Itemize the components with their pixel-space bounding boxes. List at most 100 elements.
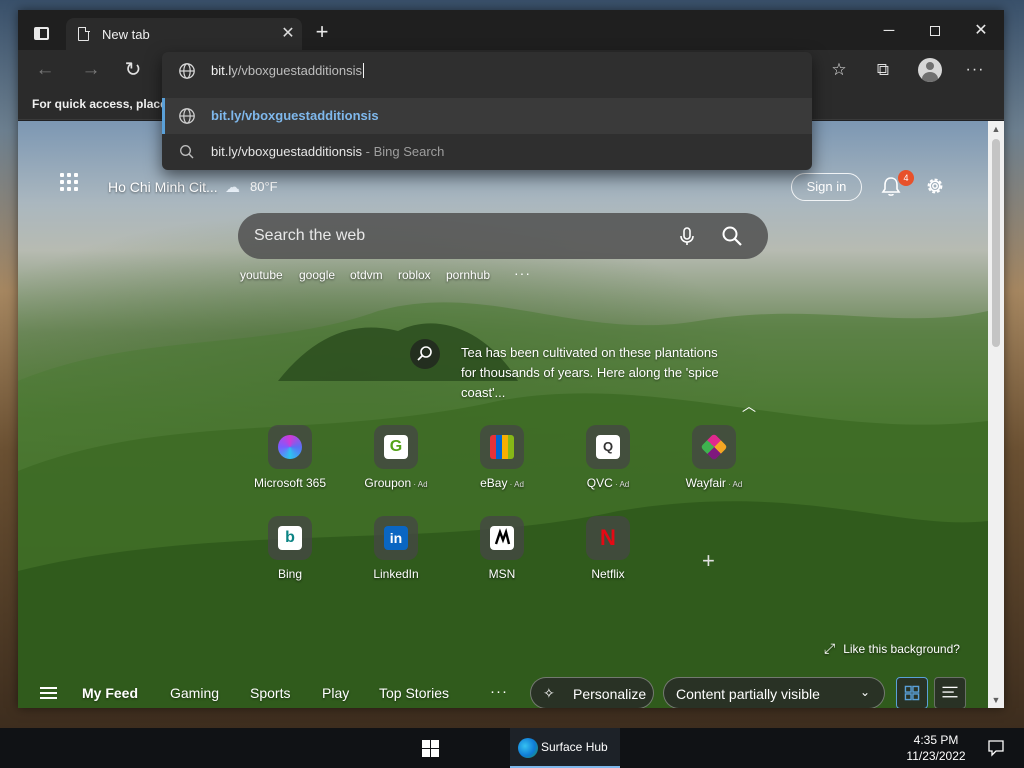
back-button[interactable]: ← — [32, 58, 58, 82]
tab-new-tab[interactable]: New tab ✕ — [66, 18, 302, 50]
groupon-logo-icon: G — [384, 435, 408, 459]
weather-temperature[interactable]: 80°F — [250, 179, 278, 194]
like-background-label: Like this background? — [843, 642, 960, 656]
search-icon — [180, 145, 194, 159]
list-icon — [942, 686, 958, 698]
page-icon — [78, 26, 90, 41]
collections-button[interactable]: ⧉ — [870, 58, 896, 82]
background-info-text[interactable]: Tea has been cultivated on these plantat… — [461, 343, 731, 403]
clock-date: 11/23/2022 — [906, 749, 966, 763]
maximize-button[interactable] — [912, 20, 958, 42]
quick-link-pornhub[interactable]: pornhub — [446, 268, 490, 282]
suggestion-url[interactable]: bit.ly/vboxguestadditionsis — [162, 98, 812, 134]
expand-icon: ⤢ — [824, 640, 836, 656]
tile-microsoft-365[interactable]: Microsoft 365 — [246, 425, 334, 490]
tab-play[interactable]: Play — [322, 685, 349, 701]
weather-location[interactable]: Ho Chi Minh Cit... — [108, 179, 218, 195]
feed-more-button[interactable]: ··· — [490, 683, 508, 700]
scrollbar-thumb[interactable] — [992, 139, 1000, 347]
add-site-button[interactable]: + — [702, 548, 715, 574]
cloud-icon: ☁ — [225, 179, 240, 196]
scroll-up-arrow-icon[interactable]: ▲ — [988, 121, 1004, 137]
forward-button[interactable]: → — [78, 58, 104, 82]
tile-label: Groupon — [364, 476, 412, 490]
favorites-button[interactable]: ☆ — [826, 58, 852, 82]
tab-title: New tab — [102, 27, 150, 42]
maximize-icon — [930, 26, 940, 37]
visual-search-icon — [417, 346, 432, 361]
grid-icon — [904, 685, 920, 701]
netflix-logo-icon: N — [600, 525, 616, 550]
microphone-icon[interactable] — [676, 225, 698, 247]
content-visibility-dropdown[interactable]: Content partially visible ⌄ — [663, 677, 885, 708]
windows-start-button[interactable] — [422, 740, 439, 757]
avatar — [918, 58, 942, 82]
quick-link-google[interactable]: google — [299, 268, 335, 282]
qvc-logo-icon: Q — [596, 435, 620, 459]
scroll-down-arrow-icon[interactable]: ▼ — [988, 692, 1004, 708]
address-bar[interactable]: bit.ly/vboxguestadditionsis — [162, 52, 812, 90]
tab-top-stories[interactable]: Top Stories — [379, 685, 449, 701]
taskbar-clock[interactable]: 4:35 PM 11/23/2022 — [900, 732, 972, 764]
profile-button[interactable] — [916, 56, 944, 84]
tile-linkedin[interactable]: in LinkedIn — [352, 516, 440, 581]
tab-sports[interactable]: Sports — [250, 685, 290, 701]
browser-window: New tab ✕ + ─ ✕ ← → ↻ ☆ ⧉ ··· For quick … — [18, 10, 1004, 708]
feed-menu-button[interactable] — [40, 687, 58, 701]
close-tab-button[interactable]: ✕ — [279, 25, 297, 43]
address-bar-value: bit.ly/vboxguestadditionsis — [211, 63, 365, 78]
personalize-button[interactable]: ✧ Personalize — [530, 677, 654, 708]
tab-actions-icon — [34, 27, 49, 40]
minimize-button[interactable]: ─ — [866, 20, 912, 42]
new-tab-page: Ho Chi Minh Cit... ☁ 80°F Sign in 4 Sear… — [18, 121, 988, 708]
suggestion-bing-search[interactable]: bit.ly/vboxguestadditionsis - Bing Searc… — [162, 134, 812, 170]
taskbar-app-edge[interactable]: Surface Hub — [510, 728, 620, 768]
linkedin-logo-icon: in — [384, 526, 408, 550]
tile-groupon[interactable]: G Groupon · Ad — [352, 425, 440, 490]
list-layout-button[interactable] — [934, 677, 966, 708]
gear-icon[interactable] — [924, 175, 946, 197]
page-scrollbar[interactable]: ▲ ▼ — [988, 121, 1004, 708]
search-icon[interactable] — [720, 224, 744, 248]
edge-logo-icon — [518, 738, 538, 758]
tile-ebay[interactable]: eBay · Ad — [458, 425, 546, 490]
globe-icon — [179, 63, 195, 79]
quick-link-roblox[interactable]: roblox — [398, 268, 431, 282]
reload-button[interactable]: ↻ — [120, 58, 146, 82]
apps-launcher-button[interactable] — [60, 173, 80, 193]
feed-bar: My Feed Gaming Sports Play Top Stories ·… — [18, 673, 988, 708]
tile-wayfair[interactable]: Wayfair · Ad — [670, 425, 758, 490]
msn-logo-icon — [490, 526, 514, 550]
tile-label: LinkedIn — [373, 567, 419, 581]
settings-and-more-button[interactable]: ··· — [962, 58, 988, 82]
chevron-up-icon[interactable]: ︿ — [742, 396, 756, 416]
tile-label: Netflix — [591, 567, 625, 581]
new-tab-button[interactable]: + — [310, 21, 334, 45]
tile-qvc[interactable]: Q QVC · Ad — [564, 425, 652, 490]
sign-in-button[interactable]: Sign in — [791, 173, 862, 201]
web-search-box[interactable]: Search the web — [238, 213, 768, 259]
notification-center-icon[interactable] — [986, 738, 1006, 758]
content-visibility-value: Content partially visible — [676, 686, 820, 702]
like-background-button[interactable]: ⤢ Like this background? — [824, 640, 960, 657]
tile-bing[interactable]: b Bing — [246, 516, 334, 581]
tile-netflix[interactable]: N Netflix — [564, 516, 652, 581]
tile-msn[interactable]: MSN — [458, 516, 546, 581]
globe-icon — [179, 108, 195, 124]
sparkle-icon: ✧ — [543, 685, 555, 701]
taskbar-app-name: Surface Hub — [541, 740, 608, 754]
favorites-bar-message: For quick access, place y — [32, 97, 162, 111]
bing-logo-icon: b — [278, 526, 302, 550]
tab-actions-button[interactable] — [30, 22, 54, 46]
quick-link-otdvm[interactable]: otdvm — [350, 268, 383, 282]
tab-my-feed[interactable]: My Feed — [82, 685, 138, 701]
quick-links-more-button[interactable]: ··· — [514, 265, 531, 281]
tab-strip: New tab ✕ + ─ ✕ — [18, 10, 1004, 50]
visual-search-button[interactable] — [410, 339, 440, 369]
suggestion-url-text: bit.ly/vboxguestadditionsis — [211, 108, 379, 123]
close-window-button[interactable]: ✕ — [958, 20, 1004, 42]
tab-gaming[interactable]: Gaming — [170, 685, 219, 701]
tile-label: Microsoft 365 — [253, 476, 327, 490]
quick-link-youtube[interactable]: youtube — [240, 268, 283, 282]
grid-layout-button[interactable] — [896, 677, 928, 708]
